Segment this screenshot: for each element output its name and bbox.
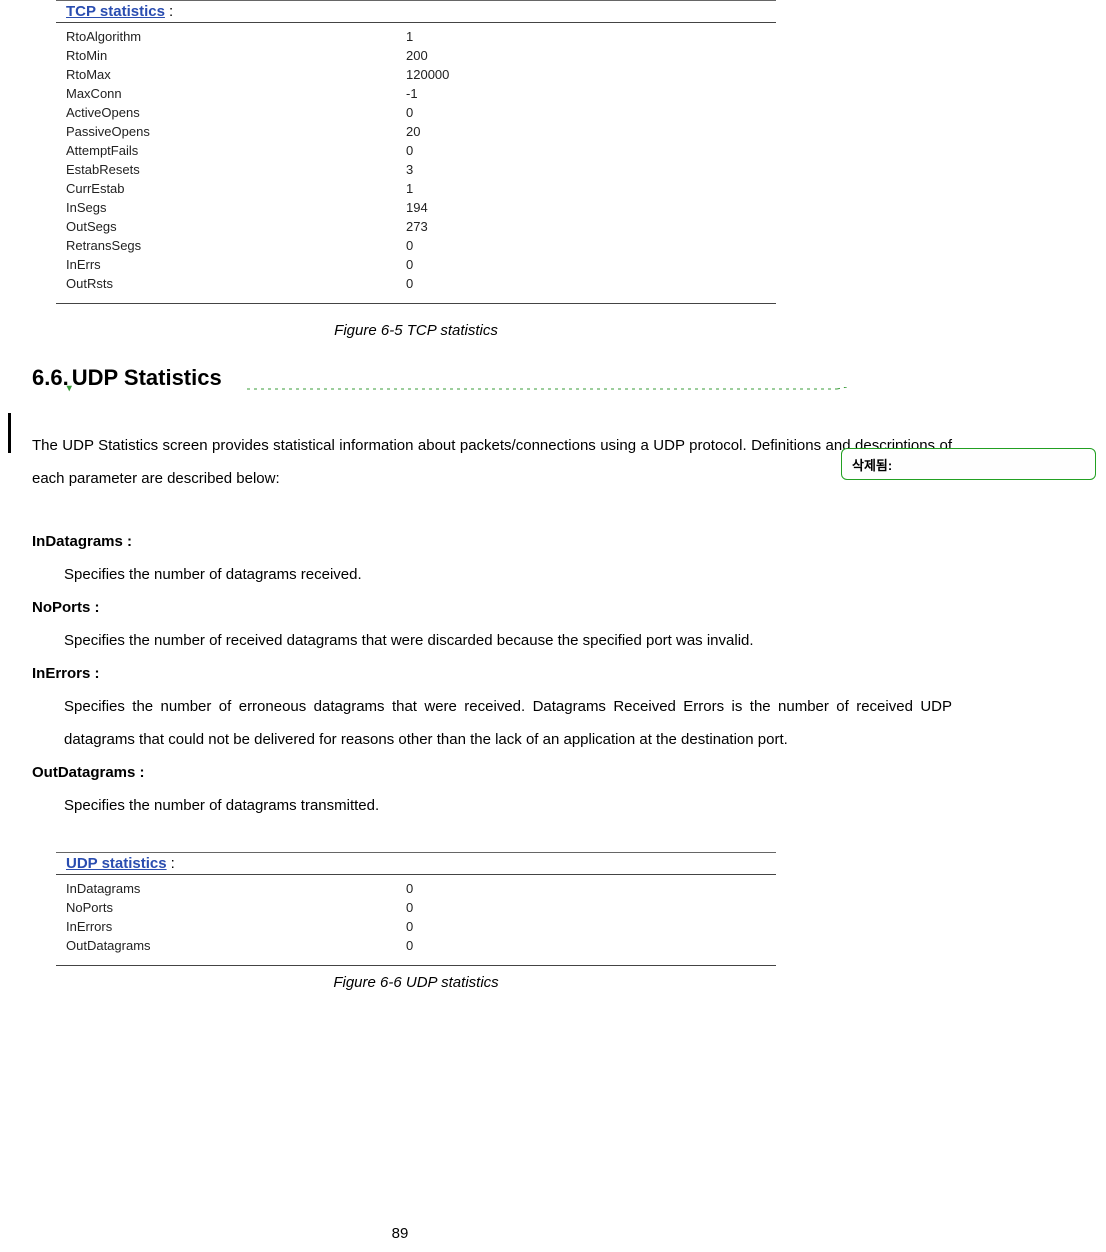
table-row: MaxConn-1	[56, 84, 776, 103]
definition-list: InDatagrams :Specifies the number of dat…	[32, 525, 952, 822]
stat-key: RtoAlgorithm	[66, 29, 406, 44]
stat-value: 1	[406, 29, 413, 44]
stat-key: MaxConn	[66, 86, 406, 101]
stat-key: PassiveOpens	[66, 124, 406, 139]
stat-key: EstabResets	[66, 162, 406, 177]
stat-value: 0	[406, 143, 413, 158]
stat-key: NoPorts	[66, 900, 406, 915]
table-row: InSegs194	[56, 198, 776, 217]
table-row: PassiveOpens20	[56, 122, 776, 141]
track-change-comment[interactable]: 삭제됨:	[841, 448, 1096, 480]
table-row: OutDatagrams0	[56, 936, 776, 955]
stat-key: CurrEstab	[66, 181, 406, 196]
section-heading: 6.6.▾UDP Statistics	[32, 365, 222, 391]
stat-key: ActiveOpens	[66, 105, 406, 120]
definition-term: InDatagrams :	[32, 525, 952, 558]
stat-value: 20	[406, 124, 420, 139]
colon-text: :	[171, 855, 175, 872]
udp-panel-bottom-rule	[56, 965, 776, 966]
definition-description: Specifies the number of erroneous datagr…	[64, 690, 952, 756]
stat-key: OutSegs	[66, 219, 406, 234]
table-row: AttemptFails0	[56, 141, 776, 160]
stat-value: 1	[406, 181, 413, 196]
section-intro-paragraph: The UDP Statistics screen provides stati…	[32, 429, 952, 495]
stat-value: 0	[406, 257, 413, 272]
definition-description: Specifies the number of received datagra…	[64, 624, 952, 657]
table-row: CurrEstab1	[56, 179, 776, 198]
tcp-statistics-panel: TCP statistics : RtoAlgorithm1RtoMin200R…	[56, 0, 776, 304]
definition-term: NoPorts :	[32, 591, 952, 624]
stat-key: RtoMax	[66, 67, 406, 82]
table-row: RtoAlgorithm1	[56, 27, 776, 46]
comment-label: 삭제됨:	[852, 455, 892, 474]
stat-key: InErrors	[66, 919, 406, 934]
figure-caption-tcp: Figure 6-5 TCP statistics	[56, 322, 776, 339]
revision-bar	[8, 413, 11, 453]
stat-key: RtoMin	[66, 48, 406, 63]
stat-value: 0	[406, 238, 413, 253]
stat-value: 200	[406, 48, 428, 63]
table-row: RetransSegs0	[56, 236, 776, 255]
table-row: RtoMax120000	[56, 65, 776, 84]
table-row: InDatagrams0	[56, 879, 776, 898]
stat-key: OutDatagrams	[66, 938, 406, 953]
table-row: ActiveOpens0	[56, 103, 776, 122]
udp-panel-title-row: UDP statistics :	[56, 853, 776, 875]
udp-rows: InDatagrams0NoPorts0InErrors0OutDatagram…	[56, 875, 776, 961]
tcp-panel-title: TCP statistics	[66, 3, 165, 20]
content-column: TCP statistics : RtoAlgorithm1RtoMin200R…	[16, 0, 956, 991]
stat-value: 0	[406, 938, 413, 953]
stat-value: 3	[406, 162, 413, 177]
stat-key: AttemptFails	[66, 143, 406, 158]
stat-value: 273	[406, 219, 428, 234]
stat-key: InSegs	[66, 200, 406, 215]
udp-statistics-panel: UDP statistics : InDatagrams0NoPorts0InE…	[56, 852, 776, 966]
table-row: InErrors0	[56, 917, 776, 936]
stat-value: 0	[406, 276, 413, 291]
insertion-mark-icon: ▾	[67, 383, 72, 394]
colon-text: :	[169, 3, 173, 20]
tcp-rows: RtoAlgorithm1RtoMin200RtoMax120000MaxCon…	[56, 23, 776, 299]
stat-value: 194	[406, 200, 428, 215]
udp-panel-title: UDP statistics	[66, 855, 167, 872]
table-row: EstabResets3	[56, 160, 776, 179]
comment-leader-line	[247, 387, 867, 407]
stat-key: InErrs	[66, 257, 406, 272]
figure-caption-udp: Figure 6-6 UDP statistics	[56, 974, 776, 991]
stat-key: RetransSegs	[66, 238, 406, 253]
table-row: RtoMin200	[56, 46, 776, 65]
definition-term: OutDatagrams :	[32, 756, 952, 789]
stat-value: 120000	[406, 67, 449, 82]
stat-value: 0	[406, 919, 413, 934]
stat-value: 0	[406, 105, 413, 120]
table-row: NoPorts0	[56, 898, 776, 917]
stat-value: 0	[406, 900, 413, 915]
table-row: OutSegs273	[56, 217, 776, 236]
table-row: OutRsts0	[56, 274, 776, 293]
section-number: 6.6.	[32, 365, 69, 390]
definition-description: Specifies the number of datagrams transm…	[64, 789, 952, 822]
page-number: 89	[0, 1225, 800, 1242]
stat-value: -1	[406, 86, 418, 101]
section-heading-row: 6.6.▾UDP Statistics	[32, 365, 956, 391]
tcp-panel-title-row: TCP statistics :	[56, 1, 776, 23]
stat-key: OutRsts	[66, 276, 406, 291]
stat-value: 0	[406, 881, 413, 896]
table-row: InErrs0	[56, 255, 776, 274]
tcp-panel-bottom-rule	[56, 303, 776, 304]
document-page: TCP statistics : RtoAlgorithm1RtoMin200R…	[0, 0, 1106, 1252]
stat-key: InDatagrams	[66, 881, 406, 896]
definition-term: InErrors :	[32, 657, 952, 690]
definition-description: Specifies the number of datagrams receiv…	[64, 558, 952, 591]
section-title: UDP Statistics	[72, 365, 222, 390]
